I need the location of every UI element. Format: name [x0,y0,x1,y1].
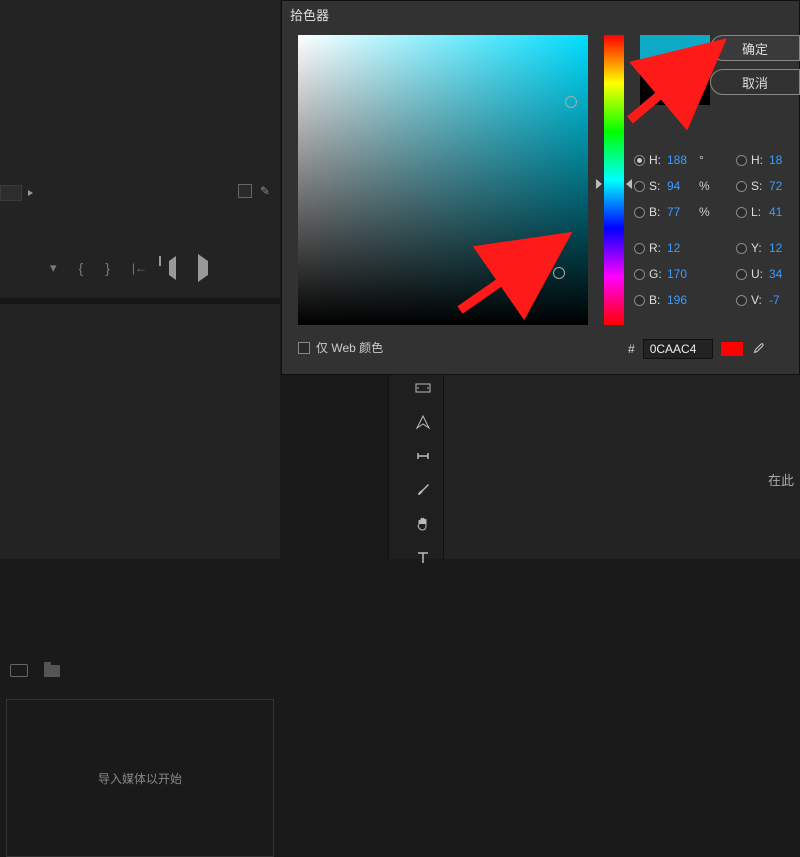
label-b: B: [649,205,663,219]
go-to-in-icon[interactable]: |← [132,261,147,275]
color-preview [640,35,710,105]
brush-tool-icon[interactable] [411,478,435,502]
radio-u[interactable] [736,269,747,280]
in-point-icon[interactable]: { [79,260,84,276]
hand-tool-icon[interactable] [411,512,435,536]
value-h2[interactable]: 18 [769,153,797,167]
unit-b: % [699,205,709,219]
cancel-button[interactable]: 取消 [710,69,800,95]
value-u[interactable]: 34 [769,267,797,281]
comparison-swatch [721,342,743,356]
folder-icon[interactable] [44,665,60,677]
label-s2: S: [751,179,765,193]
radio-l2[interactable] [736,207,747,218]
hue-pointer-right-icon [626,179,632,189]
pen-tool-icon[interactable] [411,410,435,434]
preview-new-color [640,35,710,70]
color-field[interactable] [298,35,588,325]
ok-label: 确定 [742,39,768,58]
radio-h2[interactable] [736,155,747,166]
out-point-icon[interactable]: } [105,260,110,276]
radio-h[interactable] [634,155,645,166]
label-h2: H: [751,153,765,167]
right-panel [444,375,800,559]
settings-square-icon[interactable] [238,184,252,198]
dropdown-chevron-icon [28,190,33,196]
list-view-icon[interactable] [10,664,28,677]
web-only-checkbox[interactable] [298,342,310,354]
wrench-icon[interactable]: ✎ [260,184,270,198]
marker-icon[interactable]: ▾ [50,260,57,276]
unit-h: ° [699,153,709,167]
import-hint: 导入媒体以开始 [98,770,182,787]
value-l2[interactable]: 41 [769,205,797,219]
monitor-panel: ✎ ▾ { } |← [0,0,280,298]
label-y: Y: [751,241,765,255]
right-hint: 在此 [768,470,794,489]
label-s: S: [649,179,663,193]
label-l2: L: [751,205,765,219]
value-bb[interactable]: 196 [667,293,695,307]
step-back-icon[interactable] [169,261,176,275]
radio-s[interactable] [634,181,645,192]
eyedropper-icon[interactable] [751,341,765,358]
value-s[interactable]: 94 [667,179,695,193]
dialog-title: 拾色器 [290,5,329,24]
label-bb: B: [649,293,663,307]
radio-bb[interactable] [634,295,645,306]
radio-v[interactable] [736,295,747,306]
type-tool-icon[interactable] [411,546,435,570]
slip-tool-icon[interactable] [411,376,435,400]
color-field-base-ring [565,96,577,108]
hue-slider[interactable] [604,35,624,325]
ok-button[interactable]: 确定 [710,35,800,61]
value-s2[interactable]: 72 [769,179,797,193]
hue-pointer-left-icon [596,179,602,189]
label-r: R: [649,241,663,255]
label-u: U: [751,267,765,281]
rectangle-tool-icon[interactable] [411,444,435,468]
label-v: V: [751,293,765,307]
color-picker-dialog: 拾色器 确定 取消 H: 188 ° S: 94 % B: 77 % R: 12… [281,0,800,375]
cancel-label: 取消 [742,73,768,92]
radio-b[interactable] [634,207,645,218]
value-g[interactable]: 170 [667,267,695,281]
unit-s: % [699,179,709,193]
transport-controls: ▾ { } |← [50,260,208,276]
value-r[interactable]: 12 [667,241,695,255]
value-b[interactable]: 77 [667,205,695,219]
project-panel: 导入媒体以开始 [0,304,280,559]
radio-y[interactable] [736,243,747,254]
value-y[interactable]: 12 [769,241,797,255]
fit-dropdown[interactable] [0,185,22,201]
hex-input[interactable] [643,339,713,359]
preview-old-color [640,70,710,105]
value-h[interactable]: 188 [667,153,695,167]
color-field-selected-ring [553,267,565,279]
radio-g[interactable] [634,269,645,280]
vertical-toolbar [408,376,438,570]
radio-r[interactable] [634,243,645,254]
value-v[interactable]: -7 [769,293,797,307]
hex-hash: # [628,342,635,356]
label-h: H: [649,153,663,167]
radio-s2[interactable] [736,181,747,192]
import-media-box[interactable]: 导入媒体以开始 [6,699,274,857]
label-g: G: [649,267,663,281]
play-button[interactable] [198,261,208,275]
web-only-label: 仅 Web 颜色 [316,339,383,356]
